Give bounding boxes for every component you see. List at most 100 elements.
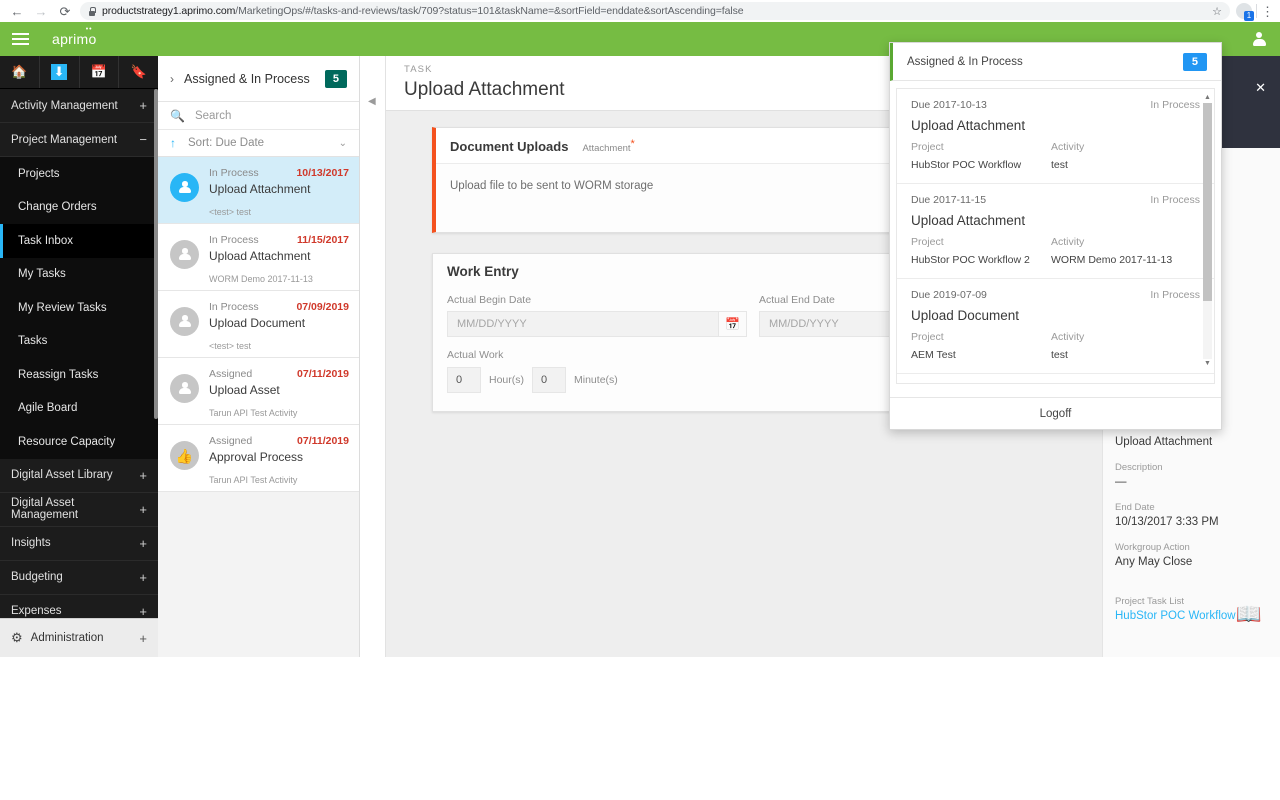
sidebar-item-projects[interactable]: Projects xyxy=(0,157,158,191)
sort-ascending-icon[interactable]: ↑ xyxy=(170,136,176,150)
task-list-item[interactable]: In Process 07/09/2019 Upload Document <t… xyxy=(158,291,359,358)
expand-plus-icon[interactable]: + xyxy=(139,502,147,517)
person-icon xyxy=(170,307,199,336)
task-status: Assigned xyxy=(209,368,253,380)
hours-input[interactable]: 0 xyxy=(447,367,481,393)
app-viewport: aprimo •• 🏠 ⬇ 📅 🔖 Activity Management + P… xyxy=(0,22,1280,657)
task-name: Upload Document xyxy=(209,316,306,330)
sidebar-item-my-tasks[interactable]: My Tasks xyxy=(0,258,158,292)
panel-collapse-strip[interactable]: ◀ xyxy=(360,56,386,657)
sort-control[interactable]: ↑ Sort: Due Date ⌄ xyxy=(158,130,359,157)
dropdown-activity-label: Activity xyxy=(1051,236,1085,248)
chevron-down-icon[interactable]: ⌄ xyxy=(339,138,347,149)
task-list-title: Assigned & In Process xyxy=(184,71,310,86)
search-input[interactable] xyxy=(194,109,349,122)
sidebar-subitems: Projects Change Orders Task Inbox My Tas… xyxy=(0,157,158,459)
card-title: Document Uploads xyxy=(450,139,569,155)
scroll-up-icon[interactable]: ▲ xyxy=(1203,93,1212,103)
bookmark-star-icon[interactable]: ☆ xyxy=(1212,5,1222,18)
chevron-right-icon[interactable]: › xyxy=(170,72,174,86)
reload-icon[interactable]: ⟳ xyxy=(54,1,76,21)
logoff-button[interactable]: Logoff xyxy=(890,397,1221,429)
sidebar-item-task-inbox[interactable]: Task Inbox xyxy=(0,224,158,258)
dropdown-project-value: HubStor POC Workflow 2 xyxy=(911,254,1030,266)
hamburger-menu-icon[interactable] xyxy=(0,22,40,56)
expand-plus-icon[interactable]: + xyxy=(139,468,147,483)
sidebar-section-digital-asset-library[interactable]: Digital Asset Library + xyxy=(0,458,158,493)
task-subtitle: Tarun API Test Activity xyxy=(209,408,298,418)
tag-icon[interactable]: 🔖 xyxy=(119,56,158,88)
task-status: In Process xyxy=(209,301,259,313)
task-name: Upload Asset xyxy=(209,383,280,397)
sidebar-item-agile-board[interactable]: Agile Board xyxy=(0,392,158,426)
kebab-menu-icon[interactable]: ⋮ xyxy=(1261,5,1274,18)
person-icon xyxy=(170,240,199,269)
scrollbar-thumb[interactable] xyxy=(1203,103,1212,301)
dropdown-scrollbar[interactable]: ▲ ▼ xyxy=(1203,93,1212,369)
book-icon[interactable]: 📖 xyxy=(1236,603,1262,627)
dropdown-list-item[interactable]: Due 2017-10-13 In Process Upload Attachm… xyxy=(897,89,1214,184)
sidebar-section-budgeting[interactable]: Budgeting + xyxy=(0,560,158,595)
task-list-item[interactable]: Assigned 07/11/2019 Upload Asset Tarun A… xyxy=(158,358,359,425)
left-sidebar: 🏠 ⬇ 📅 🔖 Activity Management + Project Ma… xyxy=(0,56,158,657)
detail-workgroup-value: Any May Close xyxy=(1115,556,1193,568)
collapse-minus-icon[interactable]: − xyxy=(139,132,147,147)
calendar-icon[interactable]: 📅 xyxy=(719,311,747,337)
sidebar-item-my-review-tasks[interactable]: My Review Tasks xyxy=(0,291,158,325)
detail-description-value: — xyxy=(1115,476,1127,488)
sidebar-item-change-orders[interactable]: Change Orders xyxy=(0,191,158,225)
sidebar-section-project-management[interactable]: Project Management − xyxy=(0,123,158,157)
task-subtitle: <test> test xyxy=(209,341,252,351)
calendar-icon[interactable]: 📅 xyxy=(80,56,120,88)
user-account-icon[interactable] xyxy=(1238,22,1280,56)
dropdown-task-list[interactable]: Due 2017-10-13 In Process Upload Attachm… xyxy=(896,88,1215,384)
task-due-date: 07/09/2019 xyxy=(296,301,349,313)
task-due-date: 07/11/2019 xyxy=(297,435,349,447)
browser-toolbar-right: 1 ⋮ xyxy=(1236,3,1280,21)
task-list-item[interactable]: In Process 11/15/2017 Upload Attachment … xyxy=(158,224,359,291)
sidebar-section-activity-management[interactable]: Activity Management + xyxy=(0,89,158,123)
task-due-date: 07/11/2019 xyxy=(297,368,349,380)
dropdown-project-value: HubStor POC Workflow xyxy=(911,159,1022,171)
address-bar[interactable]: productstrategy1.aprimo.com/MarketingOps… xyxy=(80,2,1230,20)
dropdown-list-item[interactable]: Due 2017-11-15 In Process Upload Attachm… xyxy=(897,184,1214,279)
person-icon xyxy=(170,173,199,202)
dropdown-activity-value: test xyxy=(1051,159,1068,171)
task-subtitle: WORM Demo 2017-11-13 xyxy=(209,274,313,284)
scroll-down-icon[interactable]: ▼ xyxy=(1203,359,1212,369)
sidebar-item-administration[interactable]: ⚙ Administration + xyxy=(0,618,158,657)
sidebar-item-resource-capacity[interactable]: Resource Capacity xyxy=(0,425,158,459)
dropdown-task-title: Upload Attachment xyxy=(911,118,1026,133)
collapse-left-icon[interactable]: ◀ xyxy=(368,96,376,107)
begin-date-input[interactable]: MM/DD/YYYY xyxy=(447,311,719,337)
expand-plus-icon[interactable]: + xyxy=(139,604,147,619)
dropdown-due-date: Due 2019-07-09 xyxy=(911,289,987,301)
dropdown-activity-value: WORM Demo 2017-11-13 xyxy=(1051,254,1173,266)
task-list-item[interactable]: In Process 10/13/2017 Upload Attachment … xyxy=(158,157,359,224)
task-status: In Process xyxy=(209,167,259,179)
extension-icon[interactable]: 1 xyxy=(1236,3,1254,21)
sidebar-section-digital-asset-management[interactable]: Digital Asset Management + xyxy=(0,492,158,527)
home-icon[interactable]: 🏠 xyxy=(0,56,40,88)
sidebar-item-tasks[interactable]: Tasks xyxy=(0,325,158,359)
sidebar-item-reassign-tasks[interactable]: Reassign Tasks xyxy=(0,358,158,392)
dropdown-list-item[interactable]: Due 2019-07-11 Assigned xyxy=(897,374,1214,383)
forward-arrow-icon[interactable]: → xyxy=(30,1,52,21)
close-icon[interactable]: ✕ xyxy=(1255,80,1266,96)
dropdown-header: Assigned & In Process 5 xyxy=(890,43,1221,81)
inbox-icon[interactable]: ⬇ xyxy=(40,56,80,88)
expand-plus-icon[interactable]: + xyxy=(139,631,147,646)
begin-date-group: Actual Begin Date MM/DD/YYYY 📅 xyxy=(447,294,747,337)
task-due-date: 11/15/2017 xyxy=(297,234,349,246)
expand-plus-icon[interactable]: + xyxy=(139,536,147,551)
expand-plus-icon[interactable]: + xyxy=(139,98,147,113)
minutes-input[interactable]: 0 xyxy=(532,367,567,393)
task-list-item[interactable]: 👍 Assigned 07/11/2019 Approval Process T… xyxy=(158,425,359,492)
notifications-dropdown: Assigned & In Process 5 Due 2017-10-13 I… xyxy=(889,42,1222,430)
user-glyph xyxy=(1252,32,1266,46)
sidebar-section-insights[interactable]: Insights + xyxy=(0,526,158,561)
task-name: Upload Attachment xyxy=(209,249,311,263)
back-arrow-icon[interactable]: ← xyxy=(6,1,28,21)
dropdown-list-item[interactable]: Due 2019-07-09 In Process Upload Documen… xyxy=(897,279,1214,374)
expand-plus-icon[interactable]: + xyxy=(139,570,147,585)
